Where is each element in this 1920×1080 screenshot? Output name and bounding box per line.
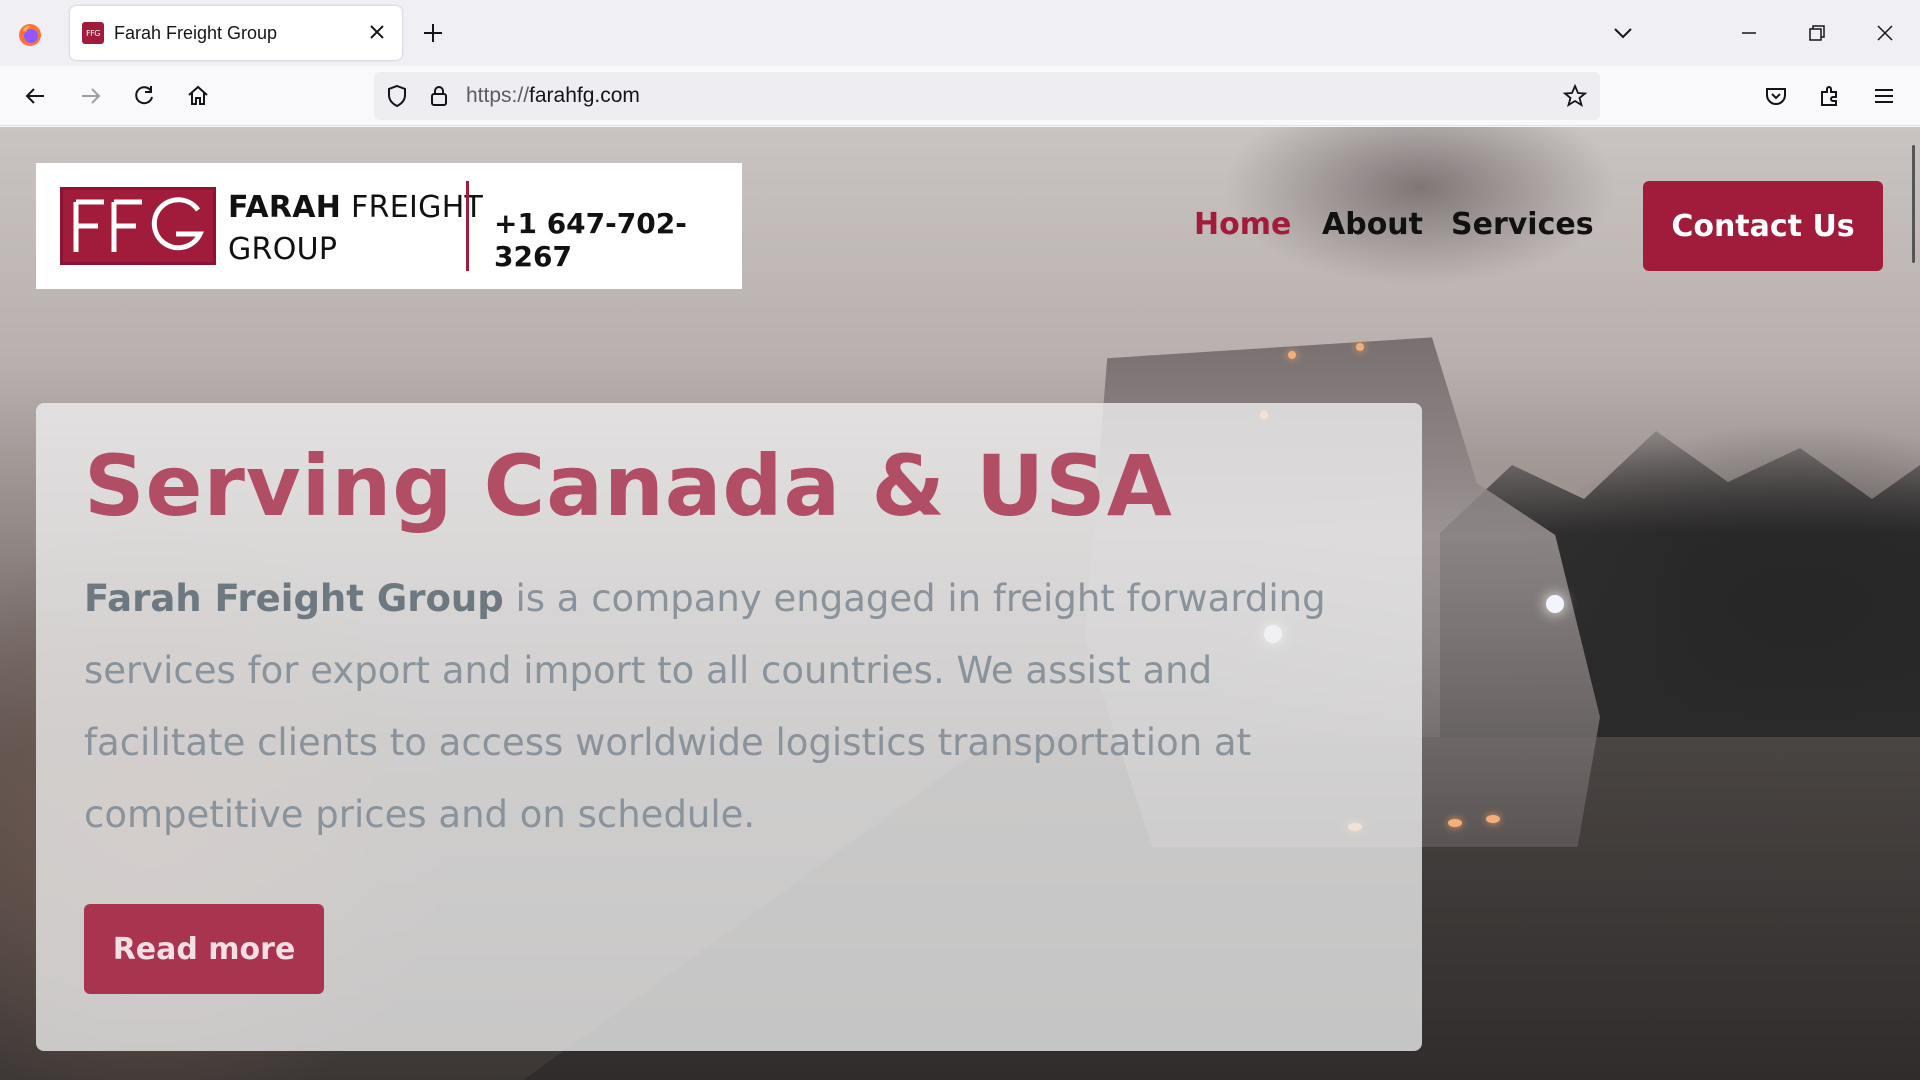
- firefox-icon[interactable]: [17, 22, 43, 48]
- header-divider: [466, 181, 469, 271]
- brand-name-line2: GROUP: [228, 232, 338, 267]
- ffg-logo-mark-icon: [73, 197, 204, 252]
- nav-about[interactable]: About: [1322, 207, 1423, 242]
- chevron-down-icon[interactable]: [1610, 20, 1636, 46]
- read-more-button[interactable]: Read more: [84, 904, 324, 994]
- hero-title: Serving Canada & USA: [84, 437, 1173, 535]
- truck-headlight: [1546, 595, 1564, 613]
- restore-icon[interactable]: [1804, 20, 1830, 46]
- hero-card: Serving Canada & USA Farah Freight Group…: [36, 403, 1422, 1051]
- lock-icon[interactable]: [426, 83, 452, 109]
- window-close-icon[interactable]: [1872, 20, 1898, 46]
- brand-name-rest: FREIGHT: [341, 190, 484, 225]
- url-protocol: https://: [466, 84, 530, 107]
- address-bar[interactable]: https://farahfg.com: [374, 72, 1600, 120]
- brand-name-bold: FARAH: [228, 190, 342, 225]
- scrollbar-thumb[interactable]: [1912, 145, 1915, 263]
- home-icon[interactable]: [184, 82, 212, 110]
- forward-arrow-icon[interactable]: [76, 82, 104, 110]
- url-text[interactable]: https://farahfg.com: [466, 84, 640, 108]
- ffg-favicon-icon: FFG: [82, 22, 104, 44]
- tab-title: Farah Freight Group: [114, 22, 278, 43]
- nav-services[interactable]: Services: [1451, 207, 1594, 242]
- browser-nav-bar: https://farahfg.com: [0, 66, 1920, 126]
- extensions-icon[interactable]: [1816, 82, 1844, 110]
- truck-light: [1448, 819, 1462, 827]
- site-header: FARAH FREIGHT GROUP +1 647-702-3267: [36, 163, 742, 289]
- hamburger-menu-icon[interactable]: [1870, 82, 1898, 110]
- close-tab-icon[interactable]: [366, 21, 388, 43]
- hero-description: Farah Freight Group is a company engaged…: [84, 563, 1364, 851]
- url-domain: farahfg.com: [529, 84, 640, 107]
- hero-company-name: Farah Freight Group: [84, 577, 504, 620]
- bookmark-star-icon[interactable]: [1562, 83, 1588, 109]
- pocket-icon[interactable]: [1762, 82, 1790, 110]
- contact-us-button[interactable]: Contact Us: [1643, 181, 1883, 271]
- truck-light: [1288, 351, 1296, 359]
- nav-home[interactable]: Home: [1194, 207, 1291, 242]
- brand-name: FARAH FREIGHT GROUP: [228, 187, 483, 271]
- shield-icon[interactable]: [384, 83, 410, 109]
- browser-tab-bar: FFG Farah Freight Group: [0, 0, 1920, 66]
- reload-icon[interactable]: [130, 82, 158, 110]
- truck-light: [1356, 343, 1364, 351]
- web-page: FARAH FREIGHT GROUP +1 647-702-3267 Home…: [0, 127, 1920, 1080]
- new-tab-icon[interactable]: [420, 20, 446, 46]
- ffg-logo[interactable]: [60, 187, 216, 265]
- phone-number[interactable]: +1 647-702-3267: [494, 207, 742, 273]
- browser-tab[interactable]: FFG Farah Freight Group: [70, 6, 402, 60]
- back-arrow-icon[interactable]: [22, 82, 50, 110]
- minimize-icon[interactable]: [1736, 20, 1762, 46]
- truck-light: [1486, 815, 1500, 823]
